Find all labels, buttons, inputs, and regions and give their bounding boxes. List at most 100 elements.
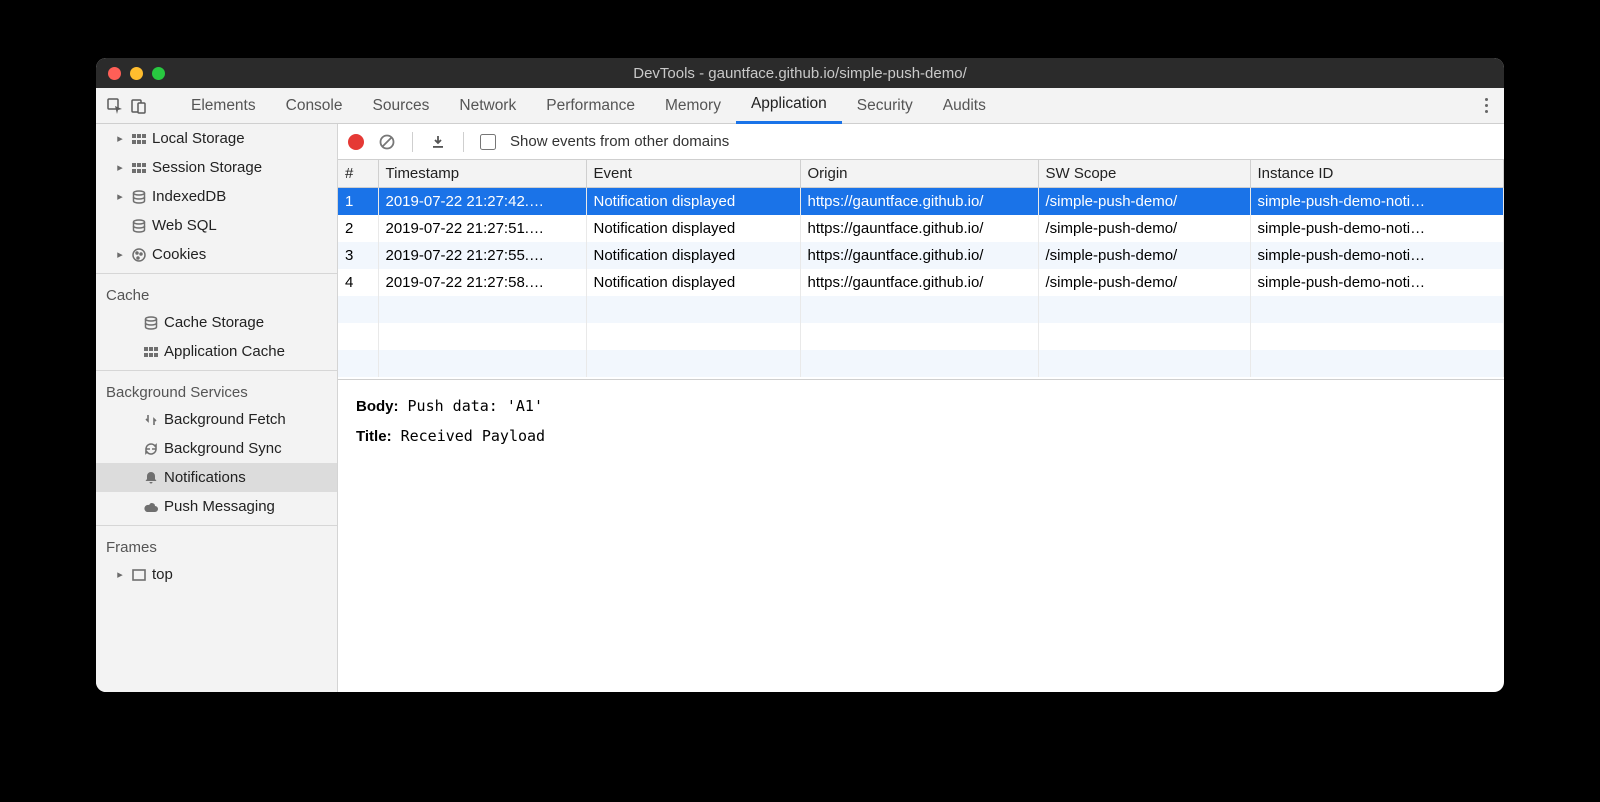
title-value: Received Payload — [401, 427, 546, 445]
more-menu-button[interactable] — [1476, 98, 1496, 113]
event-details: Body: Push data: 'A1' Title: Received Pa… — [338, 380, 1504, 463]
sidebar-item-indexeddb[interactable]: ▸ IndexedDB — [96, 182, 337, 211]
tab-memory[interactable]: Memory — [650, 88, 736, 124]
bg-section-title: Background Services — [96, 375, 337, 405]
table-row[interactable]: 32019-07-22 21:27:55.…Notification displ… — [338, 242, 1504, 269]
cell-scope: /simple-push-demo/ — [1038, 215, 1250, 242]
window-title: DevTools - gauntface.github.io/simple-pu… — [96, 65, 1504, 82]
db-icon — [130, 217, 148, 235]
expand-arrow-icon[interactable]: ▸ — [114, 190, 126, 203]
tab-sources[interactable]: Sources — [358, 88, 445, 124]
sidebar-item-session-storage[interactable]: ▸ Session Storage — [96, 153, 337, 182]
sync-icon — [142, 440, 160, 458]
table-row-empty — [338, 350, 1504, 377]
sidebar-item-label: Notifications — [164, 469, 246, 486]
events-toolbar: Show events from other domains — [338, 124, 1504, 160]
sidebar-item-cookies[interactable]: ▸ Cookies — [96, 240, 337, 269]
sidebar-item-label: Application Cache — [164, 343, 285, 360]
tab-application[interactable]: Application — [736, 88, 842, 124]
bell-icon — [142, 469, 160, 487]
cell-ts: 2019-07-22 21:27:42.… — [378, 188, 586, 216]
sidebar-item-top[interactable]: ▸ top — [96, 560, 337, 589]
tab-performance[interactable]: Performance — [531, 88, 650, 124]
expand-arrow-icon[interactable]: ▸ — [114, 568, 126, 581]
cell-ts: 2019-07-22 21:27:51.… — [378, 215, 586, 242]
maximize-window-button[interactable] — [152, 67, 165, 80]
sidebar-item-cache-storage[interactable]: Cache Storage — [96, 308, 337, 337]
sidebar-item-background-sync[interactable]: Background Sync — [96, 434, 337, 463]
cell-num: 1 — [338, 188, 378, 216]
sidebar-item-web-sql[interactable]: Web SQL — [96, 211, 337, 240]
col--[interactable]: # — [338, 160, 378, 188]
cell-num: 3 — [338, 242, 378, 269]
events-table-wrap: #TimestampEventOriginSW ScopeInstance ID… — [338, 160, 1504, 380]
tab-network[interactable]: Network — [444, 88, 531, 124]
sidebar-item-label: Cookies — [152, 246, 206, 263]
cell-event: Notification displayed — [586, 242, 800, 269]
cell-ts: 2019-07-22 21:27:55.… — [378, 242, 586, 269]
application-sidebar: ▸Local Storage▸Session Storage▸IndexedDB… — [96, 124, 338, 692]
events-table: #TimestampEventOriginSW ScopeInstance ID… — [338, 160, 1504, 377]
table-row[interactable]: 12019-07-22 21:27:42.…Notification displ… — [338, 188, 1504, 216]
cell-event: Notification displayed — [586, 215, 800, 242]
expand-arrow-icon[interactable]: ▸ — [114, 132, 126, 145]
expand-arrow-icon[interactable]: ▸ — [114, 161, 126, 174]
table-row[interactable]: 42019-07-22 21:27:58.…Notification displ… — [338, 269, 1504, 296]
tab-security[interactable]: Security — [842, 88, 928, 124]
cell-origin: https://gauntface.github.io/ — [800, 215, 1038, 242]
title-label: Title: — [356, 428, 392, 445]
col-sw-scope[interactable]: SW Scope — [1038, 160, 1250, 188]
sidebar-item-label: Background Sync — [164, 440, 282, 457]
show-other-domains-checkbox[interactable] — [480, 134, 496, 150]
sidebar-item-background-fetch[interactable]: Background Fetch — [96, 405, 337, 434]
record-button[interactable] — [348, 134, 364, 150]
minimize-window-button[interactable] — [130, 67, 143, 80]
sidebar-item-label: Push Messaging — [164, 498, 275, 515]
main-panel: Show events from other domains #Timestam… — [338, 124, 1504, 692]
grid-icon — [130, 130, 148, 148]
devtools-window: DevTools - gauntface.github.io/simple-pu… — [96, 58, 1504, 692]
tab-console[interactable]: Console — [271, 88, 358, 124]
cell-id: simple-push-demo-noti… — [1250, 269, 1504, 296]
cell-origin: https://gauntface.github.io/ — [800, 242, 1038, 269]
close-window-button[interactable] — [108, 67, 121, 80]
clear-icon[interactable] — [378, 133, 396, 151]
sidebar-item-notifications[interactable]: Notifications — [96, 463, 337, 492]
window-controls — [108, 67, 165, 80]
db-icon — [130, 188, 148, 206]
table-row[interactable]: 22019-07-22 21:27:51.…Notification displ… — [338, 215, 1504, 242]
cell-origin: https://gauntface.github.io/ — [800, 188, 1038, 216]
sidebar-item-label: Session Storage — [152, 159, 262, 176]
devtools-tabbar: ElementsConsoleSourcesNetworkPerformance… — [96, 88, 1504, 124]
device-toggle-icon[interactable] — [130, 97, 148, 115]
sidebar-item-label: IndexedDB — [152, 188, 226, 205]
cell-id: simple-push-demo-noti… — [1250, 215, 1504, 242]
tab-elements[interactable]: Elements — [176, 88, 271, 124]
sidebar-item-local-storage[interactable]: ▸Local Storage — [96, 124, 337, 153]
cell-id: simple-push-demo-noti… — [1250, 242, 1504, 269]
sidebar-item-label: Background Fetch — [164, 411, 286, 428]
table-row-empty — [338, 296, 1504, 323]
sidebar-item-label: Web SQL — [152, 217, 217, 234]
sidebar-item-push-messaging[interactable]: Push Messaging — [96, 492, 337, 521]
cloud-icon — [142, 498, 160, 516]
col-event[interactable]: Event — [586, 160, 800, 188]
cell-event: Notification displayed — [586, 188, 800, 216]
col-origin[interactable]: Origin — [800, 160, 1038, 188]
download-icon[interactable] — [429, 133, 447, 151]
cell-scope: /simple-push-demo/ — [1038, 242, 1250, 269]
cell-id: simple-push-demo-noti… — [1250, 188, 1504, 216]
expand-arrow-icon[interactable]: ▸ — [114, 248, 126, 261]
body-value: Push data: 'A1' — [408, 397, 543, 415]
tab-audits[interactable]: Audits — [928, 88, 1001, 124]
show-other-domains-label: Show events from other domains — [510, 133, 729, 150]
inspect-icon[interactable] — [106, 97, 124, 115]
table-row-empty — [338, 323, 1504, 350]
sidebar-item-label: top — [152, 566, 173, 583]
col-timestamp[interactable]: Timestamp — [378, 160, 586, 188]
fetch-icon — [142, 411, 160, 429]
cell-num: 2 — [338, 215, 378, 242]
sidebar-item-application-cache[interactable]: Application Cache — [96, 337, 337, 366]
col-instance-id[interactable]: Instance ID — [1250, 160, 1504, 188]
cell-scope: /simple-push-demo/ — [1038, 188, 1250, 216]
